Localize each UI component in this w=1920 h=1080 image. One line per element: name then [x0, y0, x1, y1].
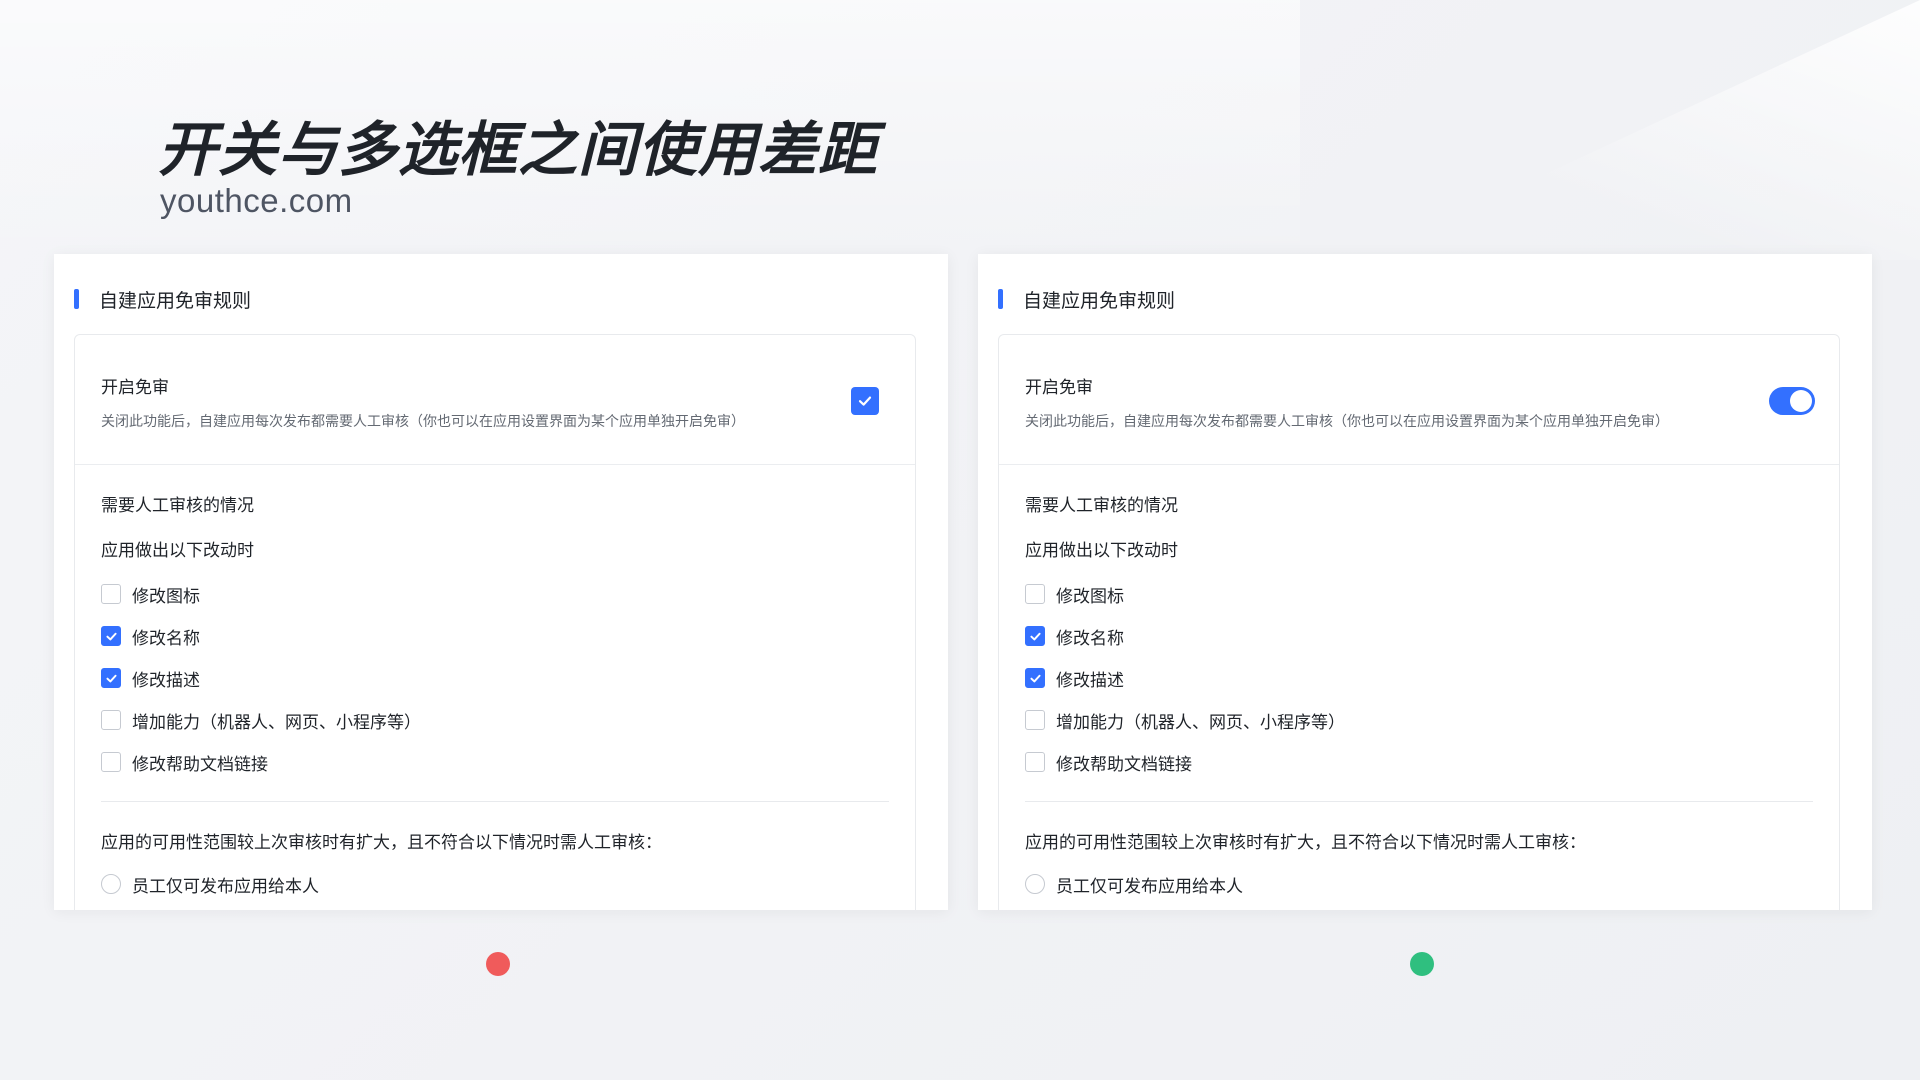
option-add-capability[interactable]: 增加能力（机器人、网页、小程序等）	[101, 699, 889, 741]
checkbox-unchecked-icon[interactable]	[1025, 584, 1045, 604]
auto-approve-setting: 开启免审 关闭此功能后，自建应用每次发布都需要人工审核（你也可以在应用设置界面为…	[75, 335, 915, 465]
background-corner-shape	[1360, 0, 1920, 260]
radio-label: 员工仅可发布应用给本人	[1056, 876, 1243, 897]
option-modify-help-link[interactable]: 修改帮助文档链接	[101, 741, 889, 783]
option-modify-name[interactable]: 修改名称	[101, 615, 889, 657]
option-modify-description[interactable]: 修改描述	[1025, 657, 1813, 699]
auto-approve-setting: 开启免审 关闭此功能后，自建应用每次发布都需要人工审核（你也可以在应用设置界面为…	[999, 335, 1839, 465]
setting-description: 关闭此功能后，自建应用每次发布都需要人工审核（你也可以在应用设置界面为某个应用单…	[1025, 414, 1669, 430]
section-divider	[1025, 801, 1813, 802]
panel-header: 自建应用免审规则	[998, 284, 1175, 314]
header-accent-bar	[74, 289, 79, 309]
setting-title: 开启免审	[1025, 378, 1093, 398]
option-add-capability[interactable]: 增加能力（机器人、网页、小程序等）	[1025, 699, 1813, 741]
radio-label: 员工仅可发布应用给本人	[132, 876, 319, 897]
panel-toggle-variant: 自建应用免审规则 开启免审 关闭此功能后，自建应用每次发布都需要人工审核（你也可…	[978, 254, 1872, 910]
checkbox-unchecked-icon[interactable]	[1025, 752, 1045, 772]
option-label: 修改图标	[1056, 586, 1124, 607]
panel-header: 自建应用免审规则	[74, 284, 251, 314]
checkmark-icon	[105, 674, 117, 682]
option-label: 修改帮助文档链接	[132, 754, 268, 775]
subsection-title: 应用做出以下改动时	[101, 541, 254, 561]
checkbox-unchecked-icon[interactable]	[1025, 710, 1045, 730]
status-dot-good	[1410, 952, 1434, 976]
page-title: 开关与多选框之间使用差距	[158, 115, 879, 184]
setting-description: 关闭此功能后，自建应用每次发布都需要人工审核（你也可以在应用设置界面为某个应用单…	[101, 414, 745, 430]
subsection-title: 应用做出以下改动时	[1025, 541, 1178, 561]
checkmark-icon	[105, 632, 117, 640]
section-title: 需要人工审核的情况	[1025, 496, 1178, 516]
checkbox-checked-icon[interactable]	[1025, 668, 1045, 688]
option-modify-name[interactable]: 修改名称	[1025, 615, 1813, 657]
header-accent-bar	[998, 289, 1003, 309]
section-title: 需要人工审核的情况	[101, 496, 254, 516]
option-modify-help-link[interactable]: 修改帮助文档链接	[1025, 741, 1813, 783]
section-divider	[101, 801, 889, 802]
option-modify-icon[interactable]: 修改图标	[101, 573, 889, 615]
option-label: 增加能力（机器人、网页、小程序等）	[1056, 712, 1345, 733]
auto-approve-toggle[interactable]	[1769, 387, 1815, 415]
option-label: 修改描述	[1056, 670, 1124, 691]
rules-card: 开启免审 关闭此功能后，自建应用每次发布都需要人工审核（你也可以在应用设置界面为…	[998, 334, 1840, 910]
checkbox-checked-icon[interactable]	[1025, 626, 1045, 646]
checkbox-unchecked-icon[interactable]	[101, 710, 121, 730]
checkmark-icon	[1029, 632, 1041, 640]
checkbox-checked-icon[interactable]	[101, 668, 121, 688]
radio-self-only[interactable]: 员工仅可发布应用给本人	[1025, 863, 1813, 905]
checkbox-checked-icon[interactable]	[101, 626, 121, 646]
checkmark-icon	[1029, 674, 1041, 682]
option-modify-description[interactable]: 修改描述	[101, 657, 889, 699]
radio-unselected-icon[interactable]	[101, 874, 121, 894]
panel-header-title: 自建应用免审规则	[1023, 289, 1176, 312]
option-label: 修改名称	[1056, 628, 1124, 649]
option-modify-icon[interactable]: 修改图标	[1025, 573, 1813, 615]
auto-approve-checkbox[interactable]	[851, 387, 879, 415]
panel-header-title: 自建应用免审规则	[99, 289, 252, 312]
option-label: 增加能力（机器人、网页、小程序等）	[132, 712, 421, 733]
option-label: 修改描述	[132, 670, 200, 691]
manual-review-section: 需要人工审核的情况 应用做出以下改动时 修改图标 修改名称 修改描述 增加能力（…	[999, 465, 1839, 905]
manual-review-section: 需要人工审核的情况 应用做出以下改动时 修改图标 修改名称 修改描述 增加能力（…	[75, 465, 915, 905]
option-label: 修改图标	[132, 586, 200, 607]
toggle-on-icon	[1790, 390, 1812, 412]
option-label: 修改帮助文档链接	[1056, 754, 1192, 775]
change-options-list: 修改图标 修改名称 修改描述 增加能力（机器人、网页、小程序等） 修改帮助文档链…	[101, 573, 889, 783]
rules-card: 开启免审 关闭此功能后，自建应用每次发布都需要人工审核（你也可以在应用设置界面为…	[74, 334, 916, 910]
option-label: 修改名称	[132, 628, 200, 649]
panel-checkbox-variant: 自建应用免审规则 开启免审 关闭此功能后，自建应用每次发布都需要人工审核（你也可…	[54, 254, 948, 910]
scope-title: 应用的可用性范围较上次审核时有扩大，且不符合以下情况时需人工审核：	[1025, 833, 1586, 853]
radio-self-only[interactable]: 员工仅可发布应用给本人	[101, 863, 889, 905]
setting-title: 开启免审	[101, 378, 169, 398]
checkbox-unchecked-icon[interactable]	[101, 752, 121, 772]
change-options-list: 修改图标 修改名称 修改描述 增加能力（机器人、网页、小程序等） 修改帮助文档链…	[1025, 573, 1813, 783]
page-subtitle: youthce.com	[160, 182, 353, 219]
scope-title: 应用的可用性范围较上次审核时有扩大，且不符合以下情况时需人工审核：	[101, 833, 662, 853]
checkbox-unchecked-icon[interactable]	[101, 584, 121, 604]
checkbox-checked-icon	[858, 396, 872, 406]
radio-unselected-icon[interactable]	[1025, 874, 1045, 894]
status-dot-bad	[486, 952, 510, 976]
